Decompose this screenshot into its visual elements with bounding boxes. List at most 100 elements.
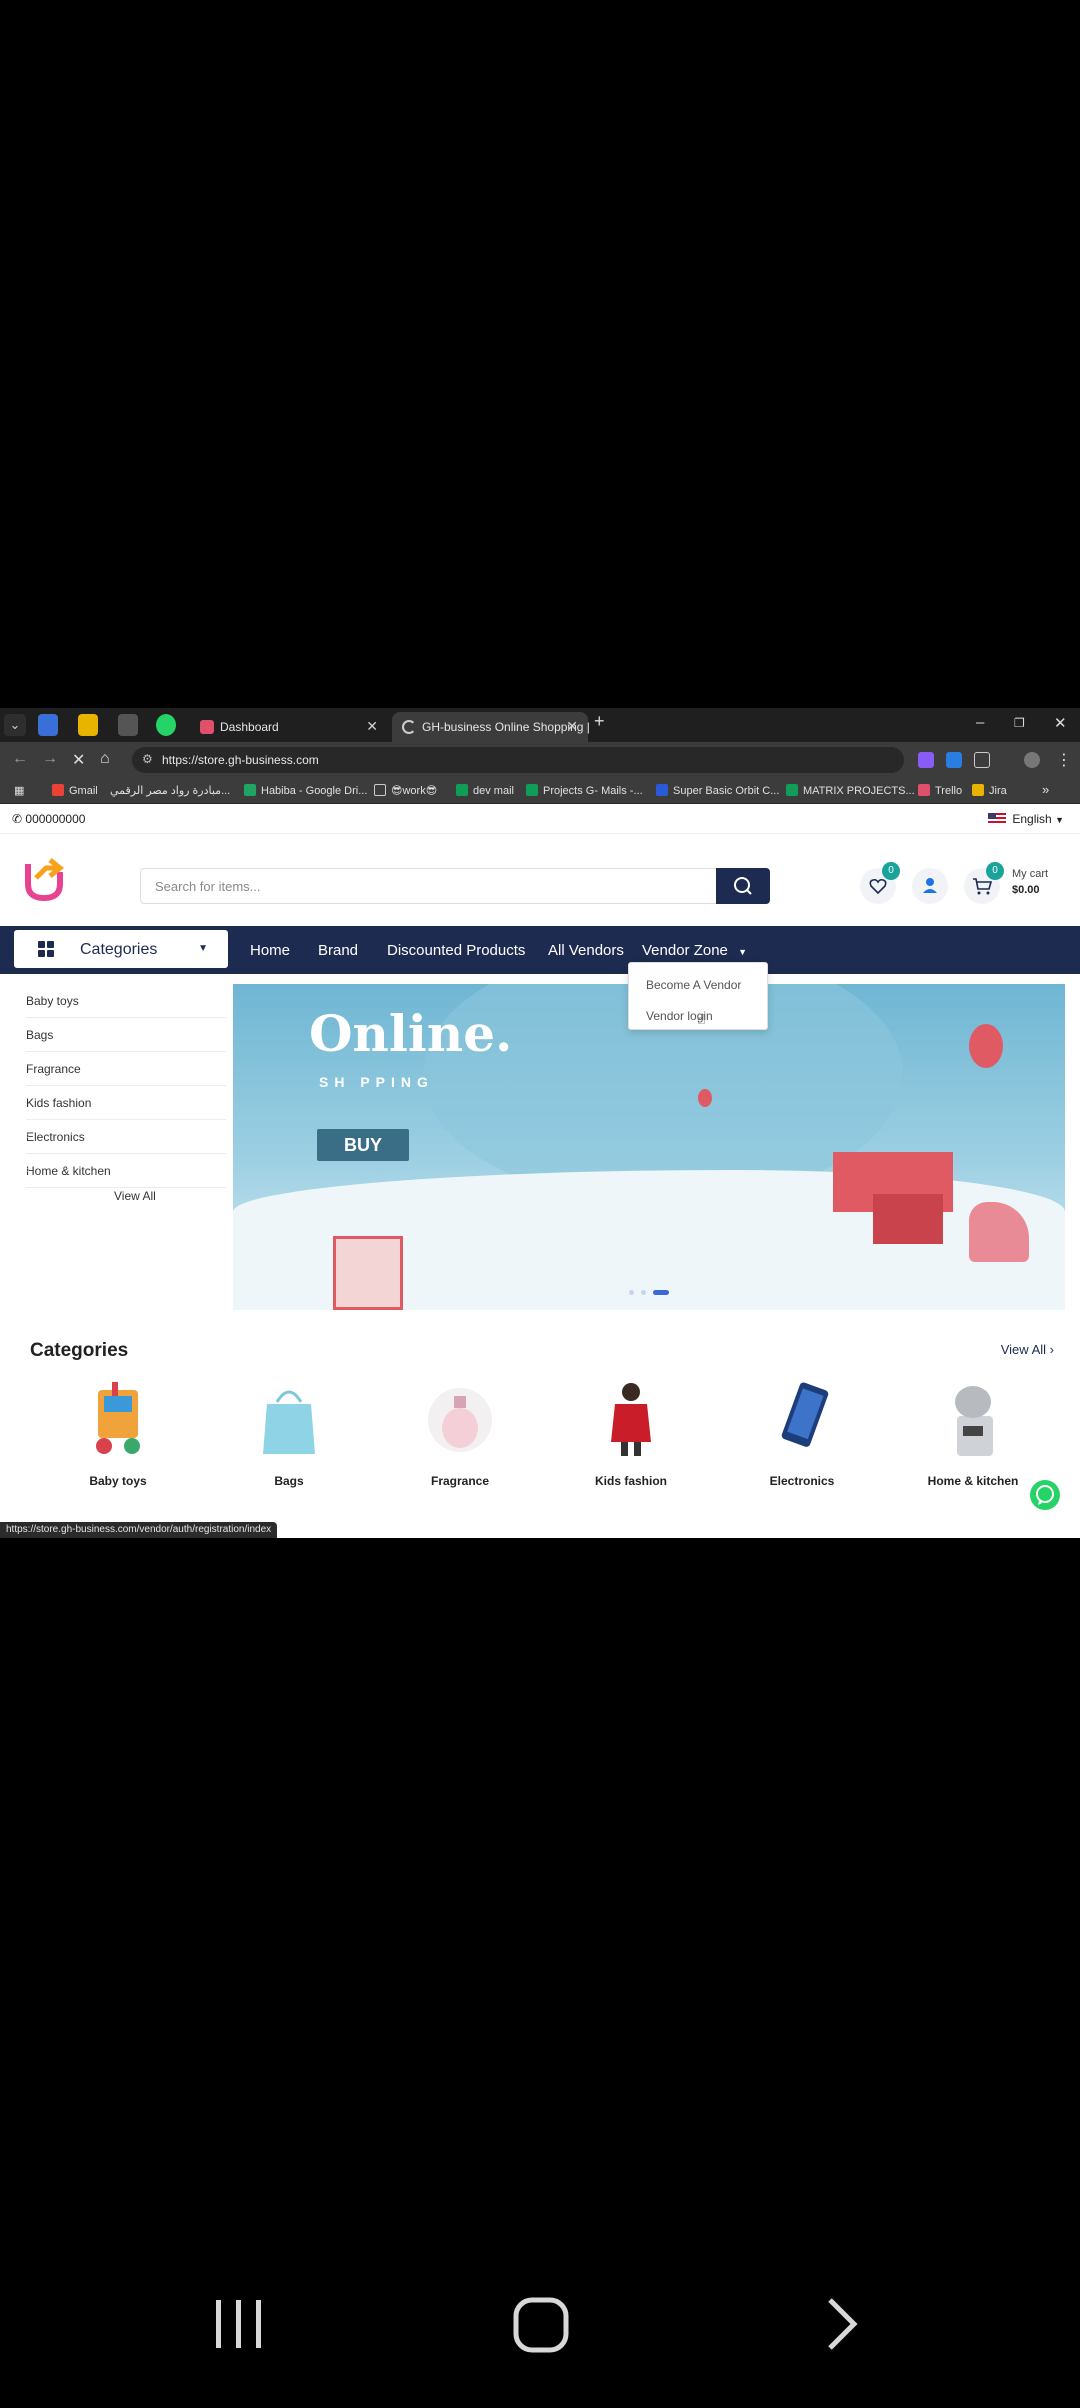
category-label: Kids fashion — [26, 1096, 92, 1110]
category-card[interactable]: Home & kitchen — [903, 1380, 1043, 1500]
category-card-label: Electronics — [769, 1474, 835, 1488]
become-vendor-link[interactable]: Become A Vendor — [646, 978, 741, 992]
tab-dashboard[interactable]: Dashboard ✕ — [190, 712, 388, 742]
carousel-dot[interactable] — [641, 1290, 646, 1295]
minimize-icon[interactable]: – — [976, 714, 984, 731]
bookmark-dev-mail[interactable]: dev mail — [456, 784, 514, 797]
new-tab-icon[interactable]: + — [594, 711, 605, 732]
category-label: Bags — [26, 1028, 54, 1042]
chevron-right-icon: › — [1049, 1342, 1054, 1357]
main-nav: Categories ▼ Home Brand Discounted Produ… — [0, 926, 1080, 974]
side-view-all-link[interactable]: View All — [114, 1189, 156, 1203]
cart-total[interactable]: $0.00 — [1012, 884, 1040, 896]
category-card[interactable]: Electronics — [732, 1380, 872, 1500]
bookmarks-bar: ▦ Gmail مبادرة رواد مصر الرقمي... Habiba… — [0, 778, 1080, 804]
nav-home[interactable]: Home — [250, 942, 290, 959]
bookmark-label: dev mail — [473, 785, 514, 797]
account-button[interactable] — [912, 868, 948, 904]
more-bookmarks-icon[interactable]: » — [1042, 782, 1049, 797]
nav-brand[interactable]: Brand — [318, 942, 358, 959]
extension-pen-icon[interactable] — [918, 752, 934, 768]
side-category-item[interactable]: Home & kitchen › — [26, 1154, 226, 1188]
bookmark-trello[interactable]: Trello — [918, 784, 962, 797]
restore-icon[interactable]: ❐ — [1014, 716, 1025, 730]
bookmark-projects[interactable]: Projects G- Mails -... — [526, 784, 643, 797]
forward-icon[interactable]: → — [42, 750, 58, 768]
side-category-item[interactable]: Electronics › — [26, 1120, 226, 1154]
recent-apps-icon[interactable] — [216, 2300, 261, 2348]
tab-gh-business[interactable]: GH-business Online Shopping | ✕ — [392, 712, 590, 742]
omnibox[interactable]: ⚙ https://store.gh-business.com — [132, 747, 904, 773]
view-all-label: View All — [1000, 1342, 1047, 1357]
mouse-pointer-icon: ☝ — [697, 1011, 706, 1027]
side-category-item[interactable]: Bags — [26, 1018, 226, 1052]
back-button-icon[interactable] — [828, 2298, 858, 2350]
category-card[interactable]: Kids fashion — [561, 1380, 701, 1500]
us-flag-icon — [988, 813, 1007, 824]
category-card[interactable]: Baby toys — [48, 1380, 188, 1500]
category-card-label: Home & kitchen — [927, 1474, 1019, 1488]
nav-vendor-zone[interactable]: Vendor Zone ▼ — [642, 942, 747, 959]
wishlist-button[interactable]: 0 — [860, 862, 900, 904]
home-button-icon[interactable] — [513, 2297, 569, 2353]
cart-button[interactable]: 0 — [964, 862, 1004, 904]
tab-title: GH-business Online Shopping | — [422, 720, 590, 734]
side-category-item[interactable]: Kids fashion — [26, 1086, 226, 1120]
back-icon[interactable]: ← — [12, 750, 28, 768]
side-category-item[interactable]: Baby toys — [26, 984, 226, 1018]
nav-all-vendors[interactable]: All Vendors — [548, 942, 624, 959]
carousel-dot-active[interactable] — [653, 1290, 669, 1295]
bookmark-drive[interactable]: Habiba - Google Dri... — [244, 784, 367, 797]
category-card-label: Baby toys — [89, 1474, 147, 1488]
balloon-image — [969, 1024, 1003, 1068]
extension-blue-icon[interactable] — [946, 752, 962, 768]
bookmark-rowad[interactable]: مبادرة رواد مصر الرقمي... — [110, 784, 230, 797]
bookmark-matrix[interactable]: MATRIX PROJECTS... — [786, 784, 915, 797]
search-button[interactable] — [716, 868, 770, 904]
pinned-tab-whatsapp[interactable] — [156, 714, 176, 736]
store-logo[interactable] — [22, 854, 66, 902]
extensions-puzzle-icon[interactable] — [974, 752, 990, 768]
hero-banner[interactable]: Online. SH PPING BUY — [233, 984, 1065, 1310]
category-card[interactable]: Fragrance — [390, 1380, 530, 1500]
pinned-tab-translate[interactable] — [38, 714, 58, 736]
categories-view-all-link[interactable]: View All › — [1001, 1342, 1054, 1357]
carousel-dot[interactable] — [629, 1290, 634, 1295]
cart-count-badge: 0 — [986, 862, 1004, 880]
site-info-icon[interactable]: ⚙ — [142, 752, 153, 766]
close-tab-icon[interactable]: ✕ — [566, 718, 578, 735]
apps-grid-icon[interactable]: ▦ — [14, 784, 24, 797]
search-input[interactable]: Search for items... — [155, 879, 260, 894]
categories-label: Categories — [80, 941, 158, 958]
site-topbar: ✆ 000000000 English ▼ — [0, 804, 1080, 834]
nav-discounted-products[interactable]: Discounted Products — [387, 942, 525, 959]
side-category-list: Baby toys Bags Fragrance Kids fashion El… — [14, 984, 226, 1210]
categories-dropdown-button[interactable]: Categories ▼ — [14, 930, 228, 968]
url-text[interactable]: https://store.gh-business.com — [162, 753, 319, 767]
tab-search-icon[interactable]: ⌄ — [4, 714, 26, 736]
pinned-tab-openai[interactable] — [118, 714, 138, 736]
phone-contact[interactable]: ✆ 000000000 — [12, 812, 85, 826]
bookmark-gmail[interactable]: Gmail — [52, 784, 98, 797]
browser-menu-icon[interactable]: ⋮ — [1056, 750, 1072, 770]
banner-buy-button[interactable]: BUY — [317, 1129, 409, 1161]
language-selector[interactable]: English ▼ — [988, 812, 1064, 826]
address-bar-row: ← → ✕ ⌂ ⚙ https://store.gh-business.com … — [0, 742, 1080, 778]
side-category-item[interactable]: Fragrance — [26, 1052, 226, 1086]
whatsapp-icon — [1036, 1485, 1054, 1505]
caret-down-icon: ▼ — [738, 947, 747, 957]
bookmark-orbit[interactable]: Super Basic Orbit C... — [656, 784, 779, 797]
profile-avatar-icon[interactable] — [1024, 752, 1040, 768]
bookmark-folder-work[interactable]: 😎work😎 — [374, 784, 437, 797]
stop-loading-icon[interactable]: ✕ — [72, 750, 85, 770]
pinned-tab-drive[interactable] — [78, 714, 98, 736]
browser-screenshot: ⌄ Dashboard ✕ GH-business Online Shoppin… — [0, 708, 1080, 1538]
cart-label[interactable]: My cart — [1012, 868, 1048, 880]
category-card[interactable]: Bags — [219, 1380, 359, 1500]
window-close-icon[interactable]: ✕ — [1054, 714, 1067, 732]
close-tab-icon[interactable]: ✕ — [366, 718, 378, 735]
whatsapp-chat-button[interactable] — [1030, 1480, 1060, 1510]
bookmark-jira[interactable]: Jira — [972, 784, 1007, 797]
android-nav-bar — [216, 2297, 858, 2353]
home-icon[interactable]: ⌂ — [100, 750, 110, 768]
